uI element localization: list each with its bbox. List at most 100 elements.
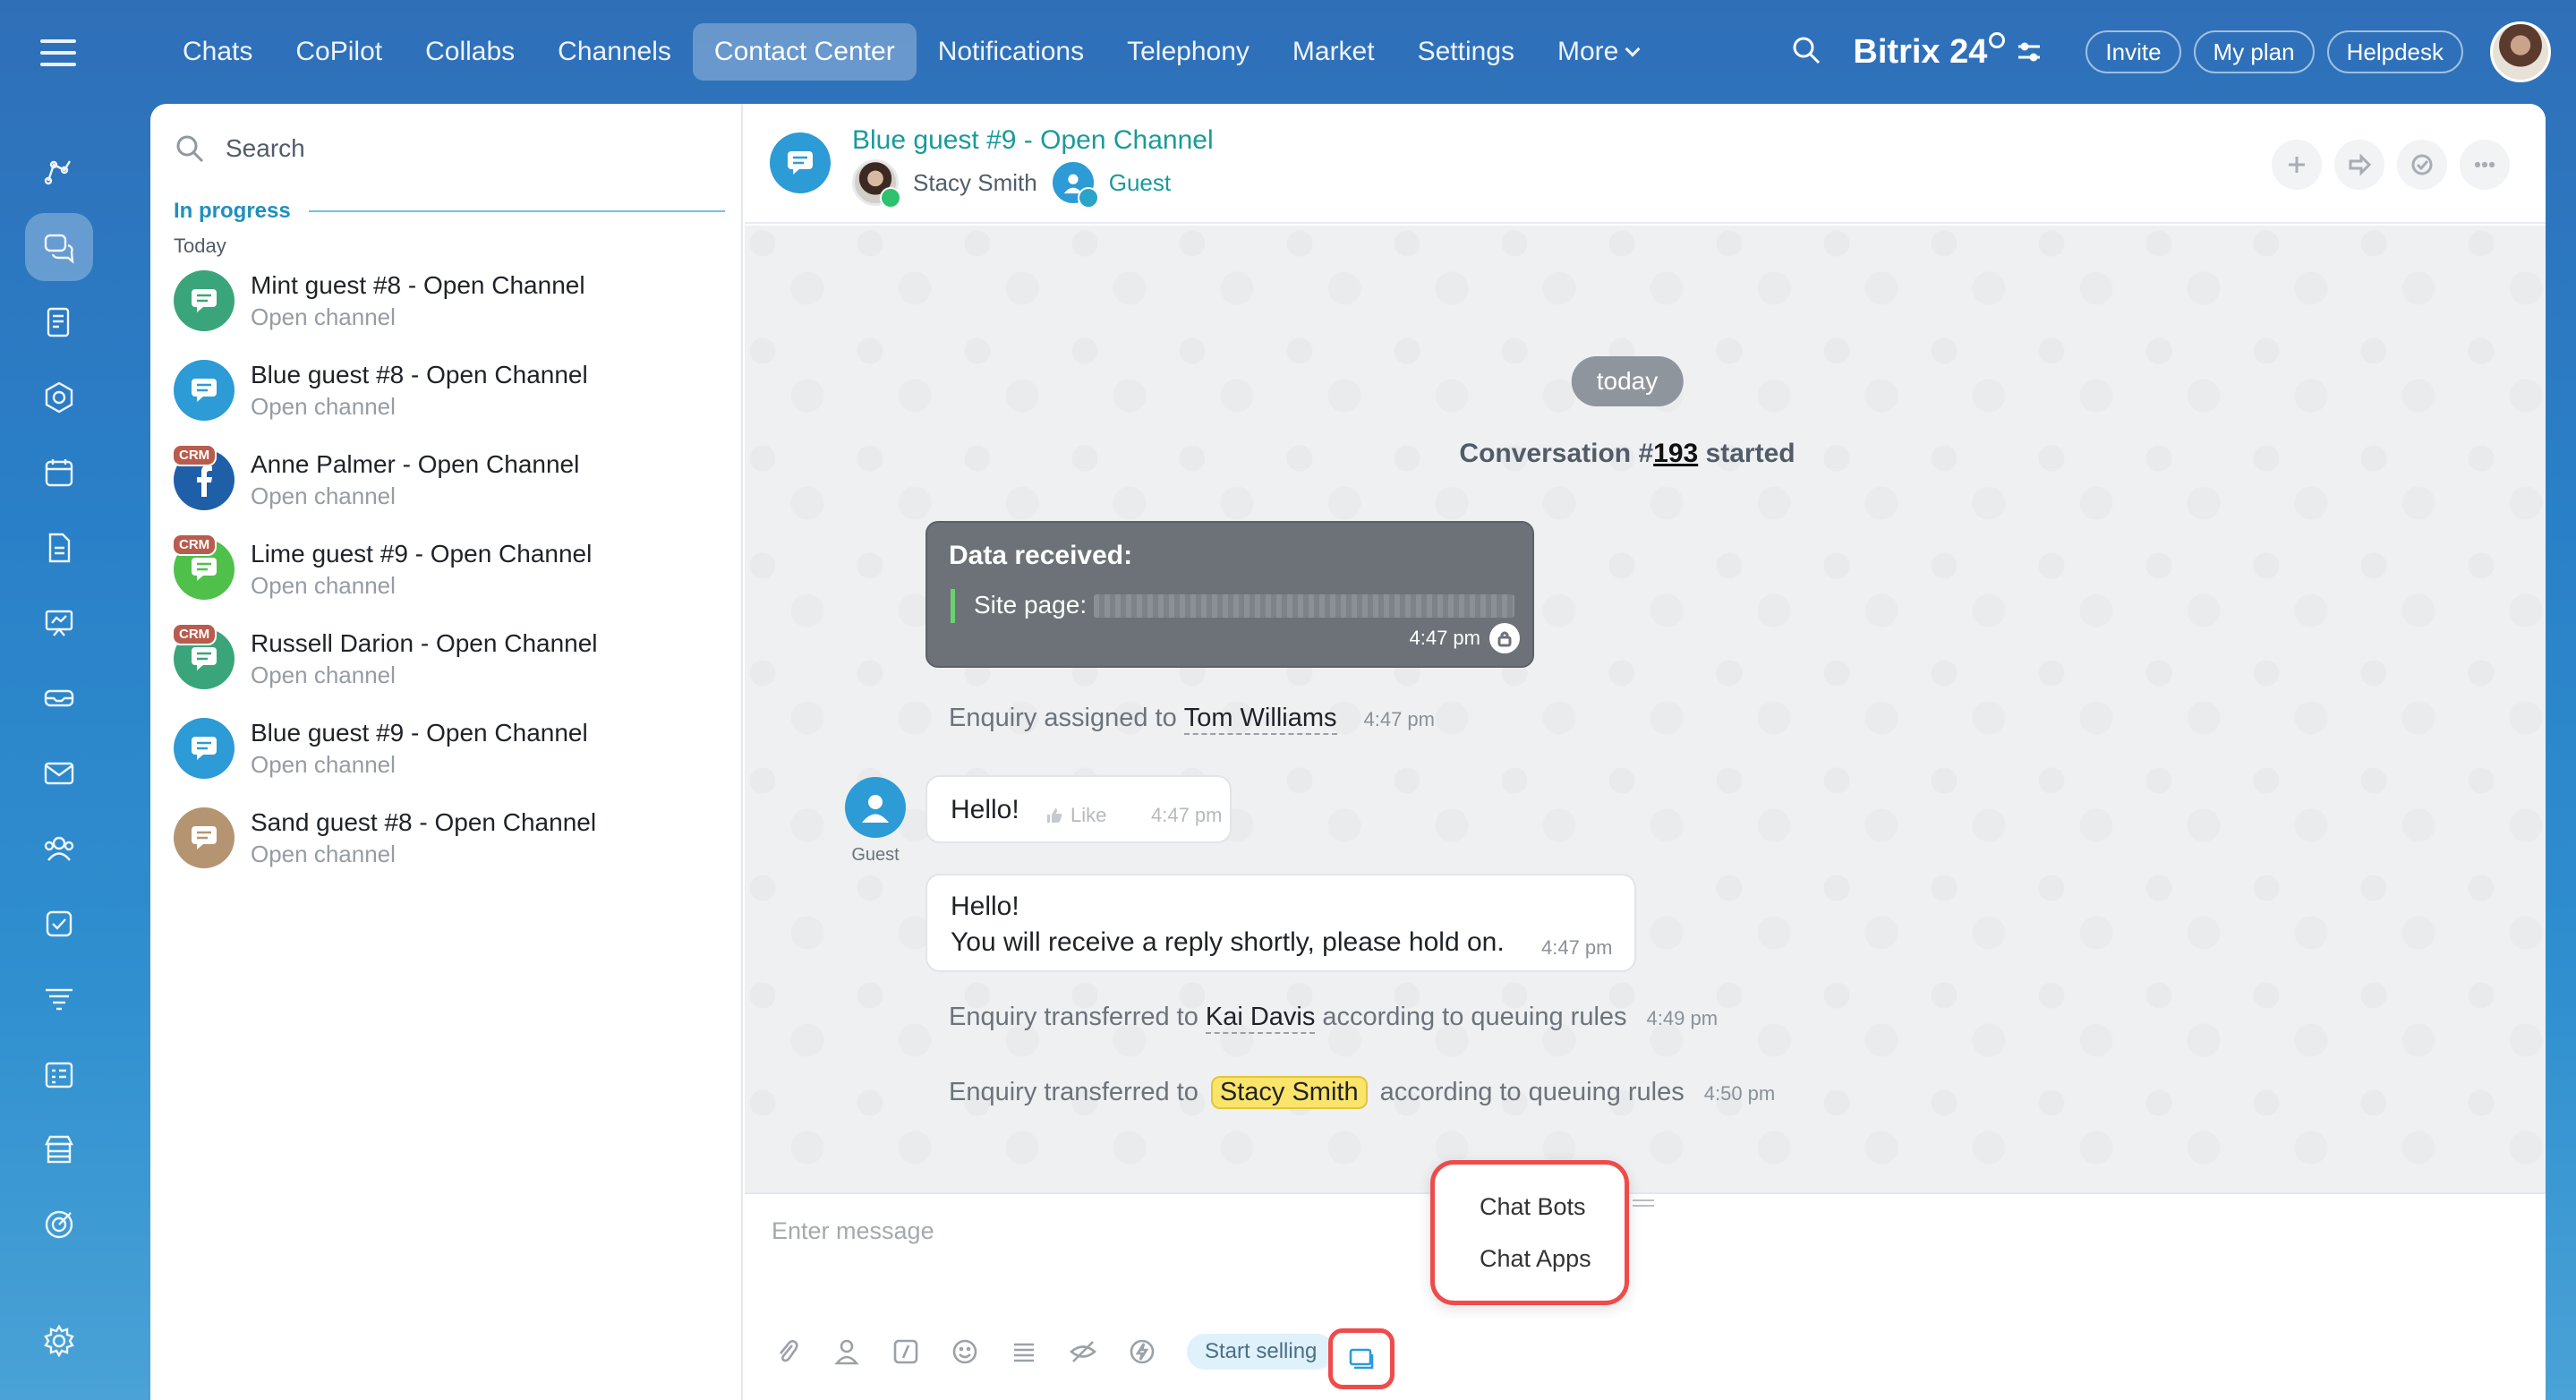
settings-gear-icon[interactable]: [25, 1307, 93, 1375]
nav-more[interactable]: More: [1536, 23, 1659, 81]
user-link-kai-davis[interactable]: Kai Davis: [1205, 1003, 1316, 1034]
member-name-stacy[interactable]: Stacy Smith: [913, 169, 1037, 197]
check-circle-icon: [2411, 154, 2433, 175]
nav-collabs[interactable]: Collabs: [404, 23, 536, 81]
list-item-text: Sand guest #8 - Open Channel Open channel: [251, 808, 596, 868]
section-label: In progress: [174, 199, 291, 223]
search-icon[interactable]: [1790, 34, 1822, 71]
chat-apps-button[interactable]: [1328, 1328, 1395, 1389]
conversation-number-link[interactable]: 193: [1653, 439, 1698, 468]
presentation-icon[interactable]: [25, 589, 93, 657]
nav-market[interactable]: Market: [1271, 23, 1396, 81]
my-plan-button[interactable]: My plan: [2193, 30, 2315, 73]
list-item[interactable]: Blue guest #9 - Open Channel Open channel: [174, 711, 729, 786]
list-item[interactable]: Blue guest #8 - Open Channel Open channel: [174, 353, 729, 428]
list-item-title: Mint guest #8 - Open Channel: [251, 270, 585, 299]
message-text: You will receive a reply shortly, please…: [951, 927, 1505, 957]
message-bubble-auto-reply[interactable]: Hello! You will receive a reply shortly,…: [925, 874, 1636, 972]
conv-suffix: started: [1705, 439, 1796, 468]
list-search: [174, 132, 691, 165]
nav-contact-center[interactable]: Contact Center: [692, 23, 917, 81]
chat-bubble-icon: [192, 826, 217, 849]
store-icon[interactable]: [25, 1115, 93, 1183]
calendar-icon[interactable]: [25, 439, 93, 507]
user-avatar[interactable]: [2490, 21, 2551, 82]
list-item[interactable]: Sand guest #8 - Open Channel Open channel: [174, 800, 729, 875]
open-channel-avatar: CRM: [172, 623, 235, 689]
add-member-button[interactable]: [2272, 140, 2322, 190]
emoji-smile-icon[interactable]: [947, 1334, 983, 1370]
planner-icon[interactable]: [25, 1040, 93, 1108]
hide-eye-icon[interactable]: [1065, 1334, 1101, 1370]
chat-title[interactable]: Blue guest #9 - Open Channel: [852, 125, 1214, 156]
filter-funnel-icon[interactable]: [25, 965, 93, 1033]
composer-resize-handle[interactable]: [1633, 1199, 1654, 1207]
list-item[interactable]: Mint guest #8 - Open Channel Open channel: [174, 263, 729, 338]
task-checkbox-icon[interactable]: [25, 890, 93, 958]
nav-settings[interactable]: Settings: [1396, 23, 1536, 81]
hexagon-icon[interactable]: [25, 363, 93, 431]
helpdesk-button[interactable]: Helpdesk: [2326, 30, 2463, 73]
tune-sliders-icon[interactable]: [2016, 38, 2043, 65]
list-item-title: Lime guest #9 - Open Channel: [251, 539, 593, 568]
file-icon[interactable]: [25, 514, 93, 582]
chat-bubble-icon: [192, 558, 217, 581]
list-item-text: Anne Palmer - Open Channel Open channel: [251, 450, 579, 510]
nav-chats[interactable]: Chats: [161, 23, 274, 81]
command-slash-icon[interactable]: [888, 1334, 924, 1370]
list-item-title: Blue guest #9 - Open Channel: [251, 718, 588, 747]
target-icon[interactable]: [25, 1191, 93, 1259]
lightning-icon[interactable]: [1124, 1334, 1160, 1370]
list-item[interactable]: CRM Anne Palmer - Open Channel Open channe…: [172, 442, 729, 517]
paperclip-icon[interactable]: [770, 1334, 806, 1370]
system-message-transfer-1: Enquiry transferred to Kai Davis accordi…: [949, 1003, 1718, 1034]
forward-button[interactable]: [2334, 140, 2384, 190]
nav-copilot[interactable]: CoPilot: [274, 23, 404, 81]
form-list-icon[interactable]: [1006, 1334, 1042, 1370]
section-in-progress: In progress: [174, 199, 725, 224]
search-icon: [176, 135, 204, 163]
guest-avatar[interactable]: [845, 777, 906, 838]
menu-item-chat-apps[interactable]: Chat Apps: [1480, 1245, 1591, 1273]
nav-telephony[interactable]: Telephony: [1105, 23, 1271, 81]
invite-button[interactable]: Invite: [2086, 30, 2181, 73]
search-input[interactable]: [226, 134, 691, 163]
contacts-icon[interactable]: [25, 815, 93, 883]
clock-icon: [1989, 31, 2006, 48]
user-link-stacy-smith[interactable]: Stacy Smith: [1210, 1076, 1368, 1109]
messenger-icon[interactable]: [25, 213, 93, 281]
message-time: 4:47 pm: [1151, 804, 1223, 826]
feed-icon[interactable]: [25, 138, 93, 206]
user-link-tom-williams[interactable]: Tom Williams: [1183, 704, 1337, 735]
list-item[interactable]: CRM Lime guest #9 - Open Channel Open chan…: [172, 532, 729, 607]
message-input[interactable]: [772, 1217, 1398, 1245]
document-icon[interactable]: [25, 288, 93, 356]
quote-bar: [951, 589, 955, 623]
hamburger-menu-icon[interactable]: [40, 39, 76, 66]
menu-item-chat-bots[interactable]: Chat Bots: [1480, 1193, 1586, 1221]
more-options-button[interactable]: [2460, 140, 2510, 190]
nav-notifications[interactable]: Notifications: [917, 23, 1105, 81]
crm-badge: CRM: [172, 444, 218, 466]
start-selling-button[interactable]: Start selling: [1187, 1334, 1335, 1370]
member-avatar-stacy[interactable]: [852, 159, 901, 209]
list-item-text: Mint guest #8 - Open Channel Open channel: [251, 271, 585, 331]
contact-person-icon[interactable]: [829, 1334, 865, 1370]
list-item[interactable]: CRM Russell Darion - Open Channel Open cha…: [172, 621, 729, 696]
list-item-subtitle: Open channel: [251, 750, 396, 778]
finish-dialog-button[interactable]: [2397, 140, 2447, 190]
list-item-text: Lime guest #9 - Open Channel Open channel: [251, 540, 592, 600]
list-item-text: Blue guest #8 - Open Channel Open channel: [251, 361, 588, 421]
brand-logo[interactable]: Bitrix 24: [1853, 31, 2006, 72]
person-icon: [862, 795, 889, 823]
chat-header: Blue guest #9 - Open Channel Stacy Smith…: [745, 104, 2546, 224]
list-item-subtitle: Open channel: [251, 661, 396, 688]
data-received-card: Data received: Site page: 4:47 pm: [925, 521, 1534, 668]
like-button[interactable]: Like: [1045, 804, 1106, 827]
mail-icon[interactable]: [25, 739, 93, 807]
member-name-guest[interactable]: Guest: [1109, 169, 1171, 197]
inbox-tray-icon[interactable]: [25, 664, 93, 732]
nav-channels[interactable]: Channels: [536, 23, 693, 81]
message-bubble-guest[interactable]: Hello! Like 4:47 pm: [925, 775, 1232, 843]
member-avatar-guest[interactable]: [1049, 159, 1099, 209]
